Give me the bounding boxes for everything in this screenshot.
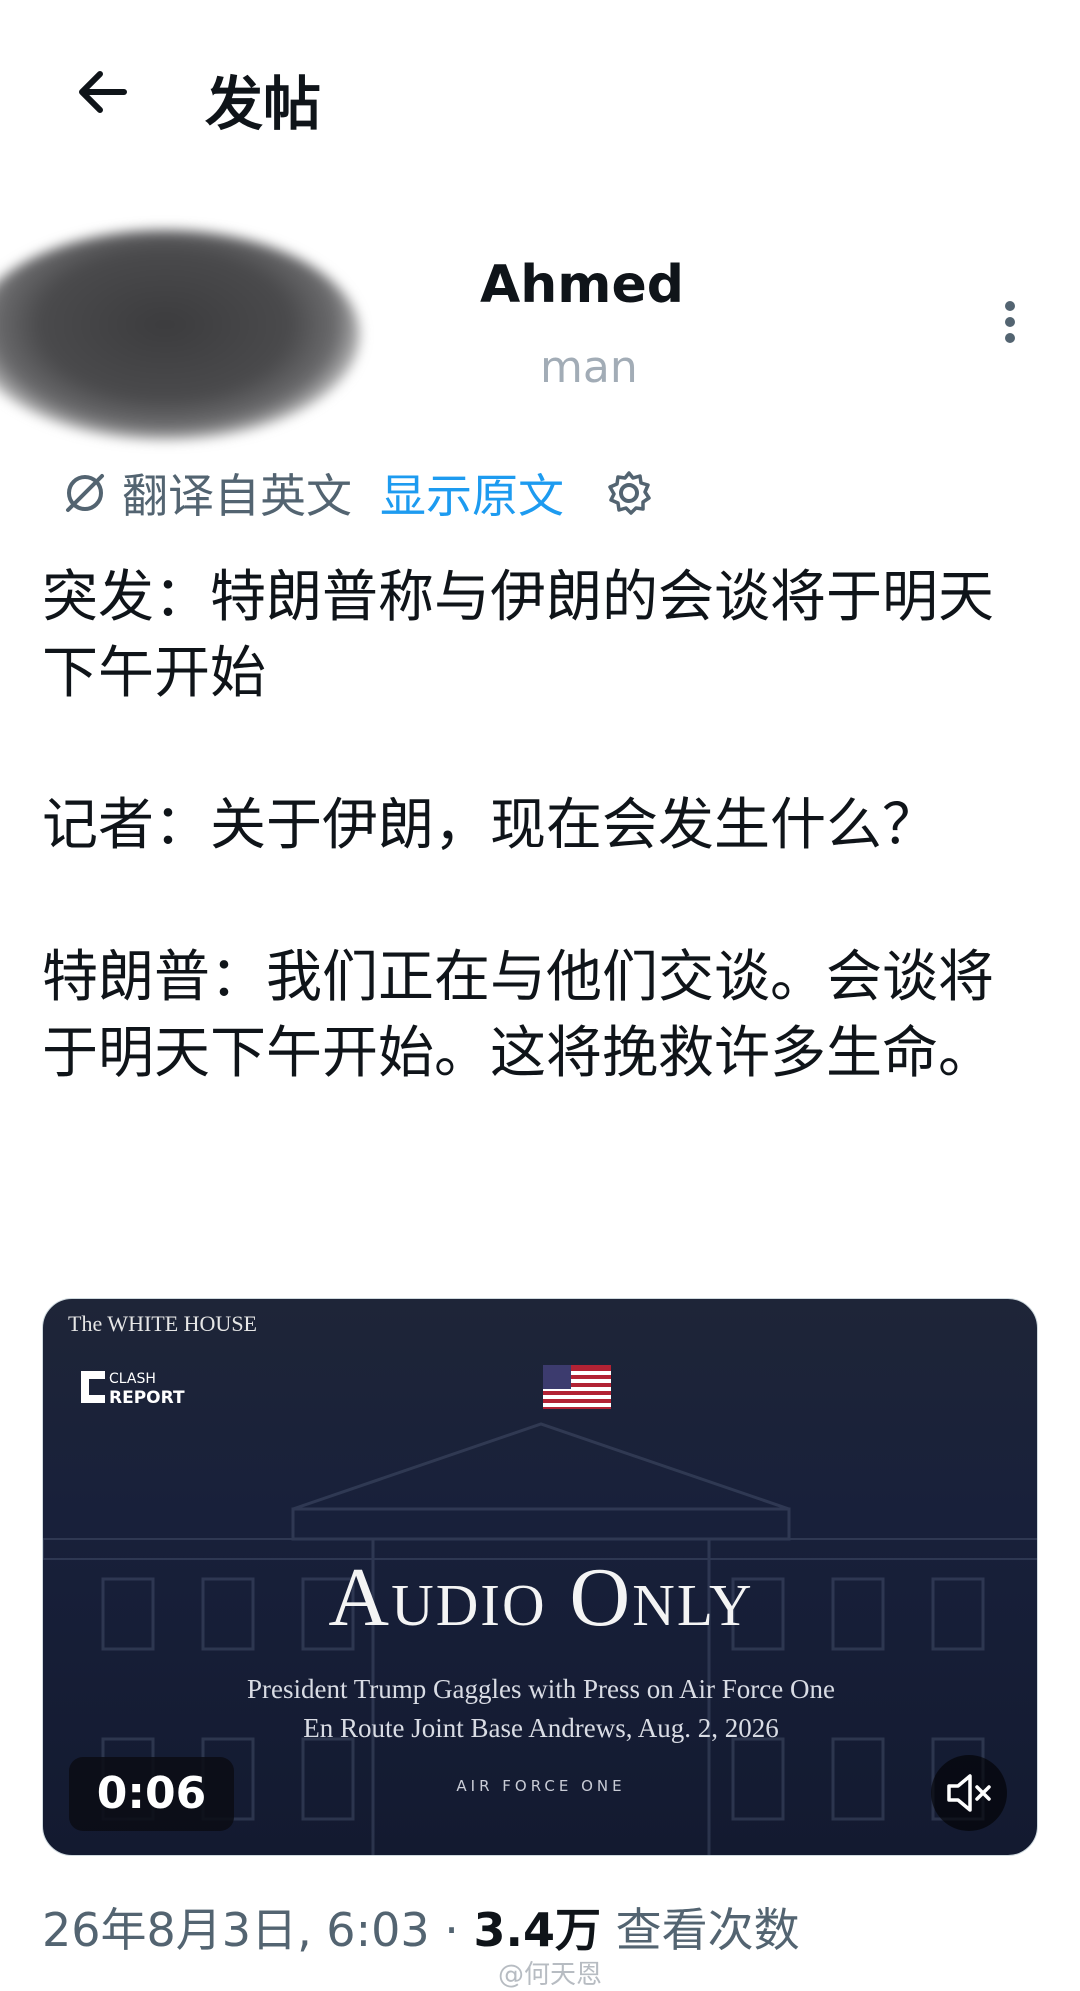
- author-name[interactable]: Ahmed: [480, 250, 684, 320]
- video-headline: Audio Only: [328, 1551, 754, 1644]
- top-bar: 发帖: [0, 0, 1080, 200]
- video-subtitle-line1: President Trump Gaggles with Press on Ai…: [247, 1674, 835, 1704]
- author-row: Ahmed man: [0, 210, 1080, 450]
- more-options-button[interactable]: [995, 295, 1025, 355]
- show-original-link[interactable]: 显示原文: [380, 460, 564, 526]
- views-count: 3.4万: [473, 1903, 601, 1957]
- video-duration: 0:06: [69, 1757, 234, 1831]
- white-house-label: The WHITE HOUSE: [68, 1311, 257, 1336]
- translation-bar: 翻译自英文 显示原文: [58, 458, 654, 528]
- video-player[interactable]: The WHITE HOUSE CLASH REPORT Audio Only …: [42, 1298, 1038, 1856]
- watermark: @何天恩: [498, 1960, 603, 1990]
- views-label: 查看次数: [615, 1903, 800, 1957]
- us-flag-icon: [543, 1365, 611, 1409]
- post-datetime[interactable]: 26年8月3日, 6:03: [42, 1903, 430, 1957]
- volume-mute-icon: [947, 1774, 991, 1812]
- video-subtitle-line2: En Route Joint Base Andrews, Aug. 2, 202…: [303, 1713, 779, 1743]
- svg-text:CLASH: CLASH: [109, 1371, 156, 1387]
- post-body: 突发：特朗普称与伊朗的会谈将于明天下午开始 记者：关于伊朗，现在会发生什么？ 特…: [42, 560, 1042, 1092]
- gear-icon[interactable]: [604, 468, 654, 518]
- post-paragraph: 突发：特朗普称与伊朗的会谈将于明天下午开始: [42, 565, 994, 706]
- svg-text:REPORT: REPORT: [109, 1388, 185, 1408]
- author-handle[interactable]: man: [540, 338, 638, 398]
- more-vertical-icon: [1005, 301, 1015, 311]
- arrow-left-icon: [79, 71, 127, 113]
- translate-icon: [66, 474, 104, 512]
- meta-separator: ·: [444, 1903, 459, 1957]
- post-paragraph: 特朗普：我们正在与他们交谈。会谈将于明天下午开始。这将挽救许多生命。: [42, 945, 994, 1086]
- page-title: 发帖: [205, 70, 322, 138]
- avatar[interactable]: [0, 230, 360, 440]
- clash-report-logo: CLASH REPORT: [81, 1371, 185, 1408]
- translated-from-label: 翻译自英文: [122, 469, 352, 523]
- mute-button[interactable]: [931, 1755, 1007, 1831]
- post-paragraph: 记者：关于伊朗，现在会发生什么？: [42, 793, 938, 858]
- post-meta: 26年8月3日, 6:03 · 3.4万 查看次数: [42, 1898, 800, 1962]
- back-button[interactable]: [72, 62, 152, 142]
